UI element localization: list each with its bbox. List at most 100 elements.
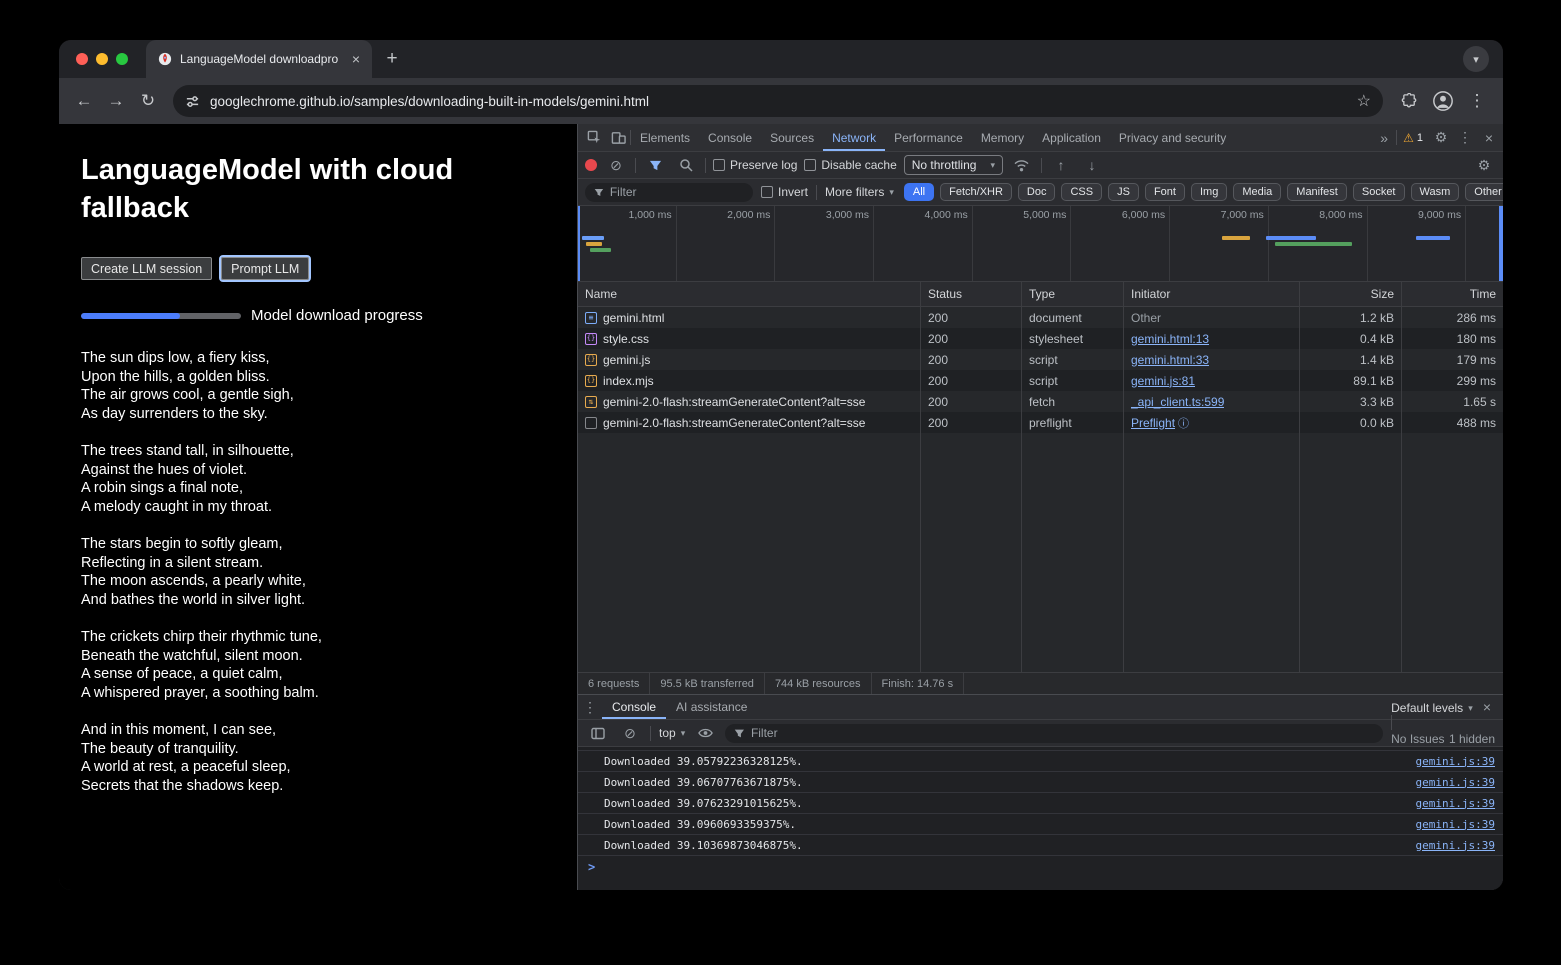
forward-button[interactable]: → <box>101 86 131 116</box>
console-source-link[interactable]: gemini.js:39 <box>1416 839 1495 852</box>
device-toolbar-icon[interactable] <box>606 124 630 151</box>
timeline-right-handle[interactable] <box>1499 206 1503 281</box>
column-header-type[interactable]: Type <box>1022 282 1124 306</box>
tab-privacy-security[interactable]: Privacy and security <box>1110 124 1235 151</box>
inspect-element-icon[interactable] <box>582 124 606 151</box>
chip-all[interactable]: All <box>904 183 934 201</box>
table-row[interactable]: {}index.mjs 200 script gemini.js:81 89.1… <box>578 370 1503 391</box>
more-tabs-icon[interactable]: » <box>1372 124 1396 151</box>
console-source-link[interactable]: gemini.js:39 <box>1416 797 1495 810</box>
network-search-icon[interactable] <box>674 152 698 178</box>
site-info-icon[interactable] <box>185 94 200 109</box>
poem-line: The stars begin to softly gleam, <box>81 535 537 554</box>
maximize-window-button[interactable] <box>116 53 128 65</box>
close-window-button[interactable] <box>76 53 88 65</box>
new-tab-button[interactable]: + <box>378 45 406 73</box>
column-header-size[interactable]: Size <box>1300 282 1402 306</box>
back-button[interactable]: ← <box>69 86 99 116</box>
chip-socket[interactable]: Socket <box>1353 183 1405 201</box>
table-row[interactable]: ≡gemini.html 200 document Other 1.2 kB 2… <box>578 307 1503 328</box>
tab-close-icon[interactable]: × <box>348 51 364 67</box>
browser-menu-icon[interactable]: ⋮ <box>1461 85 1493 117</box>
chip-manifest[interactable]: Manifest <box>1287 183 1347 201</box>
chip-other[interactable]: Other <box>1465 183 1503 201</box>
initiator-link[interactable]: Preflight <box>1131 416 1175 430</box>
tab-performance[interactable]: Performance <box>885 124 972 151</box>
chip-font[interactable]: Font <box>1145 183 1185 201</box>
record-network-log-button[interactable] <box>585 159 597 171</box>
chip-js[interactable]: JS <box>1108 183 1139 201</box>
extensions-icon[interactable] <box>1393 85 1425 117</box>
network-overview-timeline[interactable]: 1,000 ms 2,000 ms 3,000 ms 4,000 ms 5,00… <box>578 206 1503 282</box>
column-header-time[interactable]: Time <box>1402 282 1503 306</box>
minimize-window-button[interactable] <box>96 53 108 65</box>
invert-checkbox[interactable]: Invert <box>761 185 808 199</box>
reload-button[interactable]: ↻ <box>133 86 163 116</box>
drawer-tab-console[interactable]: Console <box>602 695 666 719</box>
create-llm-session-button[interactable]: Create LLM session <box>81 257 212 280</box>
tab-network[interactable]: Network <box>823 124 885 151</box>
drawer-tab-ai-assistance[interactable]: AI assistance <box>666 695 757 719</box>
network-filter-input[interactable] <box>610 185 744 199</box>
export-har-icon[interactable]: ↑ <box>1049 152 1073 178</box>
more-filters-button[interactable]: More filters ▾ <box>825 185 894 199</box>
console-sidebar-icon[interactable] <box>586 720 610 746</box>
column-header-status[interactable]: Status <box>921 282 1022 306</box>
table-row[interactable]: {}style.css 200 stylesheet gemini.html:1… <box>578 328 1503 349</box>
tab-search-chevron-icon[interactable]: ▾ <box>1463 46 1489 72</box>
tab-memory[interactable]: Memory <box>972 124 1033 151</box>
disable-cache-checkbox[interactable]: Disable cache <box>804 158 896 172</box>
network-settings-icon[interactable]: ⚙ <box>1472 152 1496 178</box>
cell-time: 1.65 s <box>1402 391 1503 412</box>
clear-network-log-icon[interactable]: ⊘ <box>604 152 628 178</box>
issues-warning-badge[interactable]: ⚠ 1 <box>1397 131 1429 145</box>
tab-sources[interactable]: Sources <box>761 124 823 151</box>
column-header-name[interactable]: Name <box>578 282 921 306</box>
chip-img[interactable]: Img <box>1191 183 1227 201</box>
initiator-link[interactable]: gemini.js:81 <box>1131 374 1195 388</box>
console-filter-input[interactable] <box>751 726 1374 740</box>
chip-wasm[interactable]: Wasm <box>1411 183 1460 201</box>
hidden-messages-label[interactable]: 1 hidden <box>1449 732 1495 746</box>
devtools-settings-icon[interactable]: ⚙ <box>1429 124 1453 151</box>
tab-console[interactable]: Console <box>699 124 761 151</box>
console-prompt[interactable]: > <box>578 855 1503 877</box>
devtools-close-icon[interactable]: × <box>1477 124 1501 151</box>
address-bar[interactable]: googlechrome.github.io/samples/downloadi… <box>173 85 1383 117</box>
profile-avatar-icon[interactable] <box>1427 85 1459 117</box>
prompt-llm-button[interactable]: Prompt LLM <box>221 257 309 280</box>
devtools-menu-icon[interactable]: ⋮ <box>1453 124 1477 151</box>
tab-application[interactable]: Application <box>1033 124 1110 151</box>
chip-media[interactable]: Media <box>1233 183 1281 201</box>
default-levels-dropdown[interactable]: Default levels ▾ <box>1391 701 1495 715</box>
table-row[interactable]: gemini-2.0-flash:streamGenerateContent?a… <box>578 412 1503 433</box>
table-row[interactable]: ⇅gemini-2.0-flash:streamGenerateContent?… <box>578 391 1503 412</box>
chip-fetch-xhr[interactable]: Fetch/XHR <box>940 183 1012 201</box>
timeline-left-handle[interactable] <box>578 206 580 281</box>
initiator-link[interactable]: gemini.html:13 <box>1131 332 1209 346</box>
console-source-link[interactable]: gemini.js:39 <box>1416 776 1495 789</box>
clear-console-icon[interactable]: ⊘ <box>618 720 642 746</box>
console-source-link[interactable]: gemini.js:39 <box>1416 755 1495 768</box>
no-issues-label[interactable]: No Issues <box>1391 732 1444 746</box>
initiator-link[interactable]: _api_client.ts:599 <box>1131 395 1224 409</box>
column-header-initiator[interactable]: Initiator <box>1124 282 1300 306</box>
filter-funnel-icon[interactable] <box>643 152 667 178</box>
chip-css[interactable]: CSS <box>1061 183 1102 201</box>
bookmark-star-icon[interactable]: ☆ <box>1357 91 1371 111</box>
chip-doc[interactable]: Doc <box>1018 183 1056 201</box>
console-source-link[interactable]: gemini.js:39 <box>1416 818 1495 831</box>
stylesheet-file-icon: {} <box>585 333 597 345</box>
table-row[interactable]: {}gemini.js 200 script gemini.html:33 1.… <box>578 349 1503 370</box>
tab-elements[interactable]: Elements <box>631 124 699 151</box>
import-har-icon[interactable]: ↓ <box>1080 152 1104 178</box>
drawer-menu-icon[interactable]: ⋮ <box>578 695 602 719</box>
network-conditions-icon[interactable] <box>1010 152 1034 178</box>
console-context-selector[interactable]: top ▾ <box>659 726 685 740</box>
browser-tab[interactable]: LanguageModel downloadpro × <box>146 40 372 78</box>
eye-icon[interactable] <box>693 720 717 746</box>
cell-time: 488 ms <box>1402 412 1503 433</box>
initiator-link[interactable]: gemini.html:33 <box>1131 353 1209 367</box>
throttling-select[interactable]: No throttling ▾ <box>904 155 1003 175</box>
preserve-log-checkbox[interactable]: Preserve log <box>713 158 797 172</box>
